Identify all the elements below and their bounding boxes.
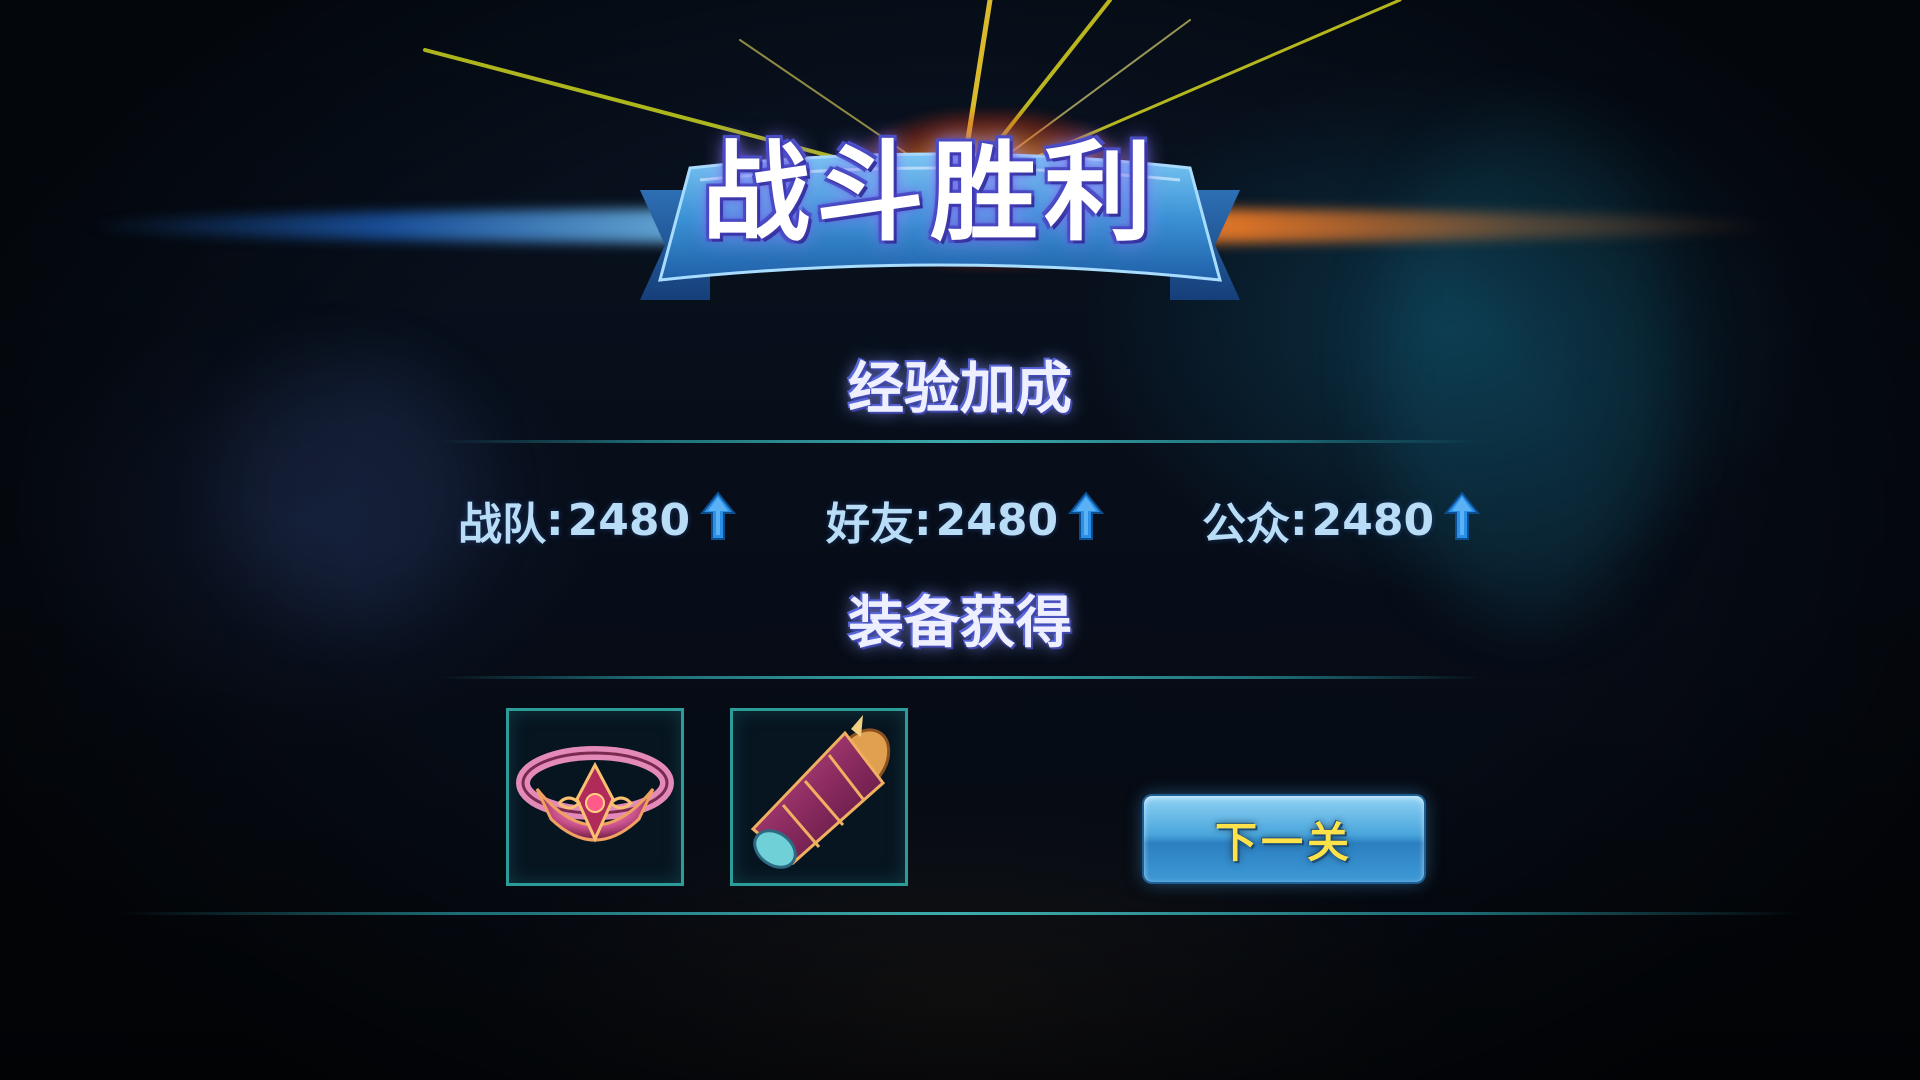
equipment-divider xyxy=(440,676,1480,679)
item-slot-bracer[interactable] xyxy=(730,708,908,886)
stat-friends-value: 2480 xyxy=(935,494,1059,546)
stat-separator: : xyxy=(546,494,564,546)
arrow-up-icon xyxy=(700,491,737,540)
ring-icon xyxy=(516,746,674,843)
exp-bonus-title: 经验加成 xyxy=(848,357,1072,422)
exp-divider xyxy=(440,440,1480,443)
next-level-button-label: 下一关 xyxy=(1214,817,1353,867)
arrow-up-icon xyxy=(1444,491,1481,540)
stat-separator: : xyxy=(914,494,932,546)
bottom-divider xyxy=(120,912,1800,915)
stat-public: 公众 : 2480 xyxy=(1202,488,1481,552)
victory-title: 战斗胜利 xyxy=(701,131,1158,256)
arrow-up-icon xyxy=(1068,491,1105,540)
next-level-button[interactable]: 下一关 xyxy=(1144,796,1424,882)
stat-friends-label: 好友 xyxy=(826,499,914,550)
stat-team-value: 2480 xyxy=(567,494,691,546)
stat-team-label: 战队 xyxy=(458,499,546,550)
equipment-obtained-title: 装备获得 xyxy=(848,591,1072,656)
bracer-icon xyxy=(750,715,891,869)
stat-team: 战队 : 2480 xyxy=(458,488,737,552)
item-slot-ring[interactable] xyxy=(506,708,684,886)
stat-friends: 好友 : 2480 xyxy=(826,488,1105,552)
stat-public-label: 公众 xyxy=(1202,499,1290,550)
stat-public-value: 2480 xyxy=(1311,494,1435,546)
stat-separator: : xyxy=(1290,494,1308,546)
